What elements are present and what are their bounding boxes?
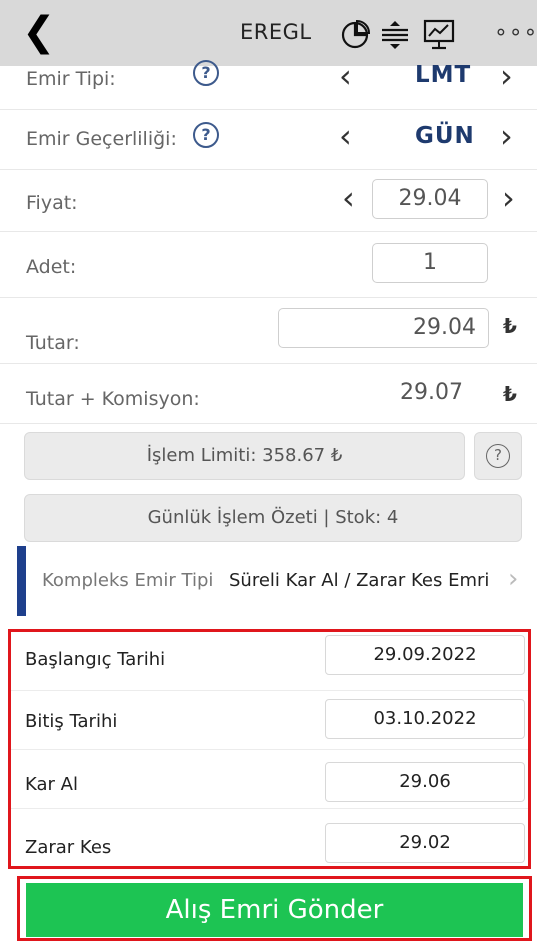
quantity-label: Adet: [26, 256, 77, 278]
validity-prev-button[interactable]: ‹ [339, 120, 352, 152]
order-type-next-button[interactable]: › [500, 60, 513, 92]
take-profit-row: Kar Al 29.06 [11, 750, 528, 809]
limit-help-button[interactable]: ? [474, 432, 522, 480]
amount-commission-value: 29.07 [400, 380, 463, 405]
end-date-label: Bitiş Tarihi [25, 711, 118, 732]
amount-currency: ₺ [503, 314, 517, 338]
quantity-input[interactable]: 1 [372, 243, 488, 283]
conditional-order-panel: Başlangıç Tarihi 29.09.2022 Bitiş Tarihi… [8, 629, 531, 869]
start-date-row: Başlangıç Tarihi 29.09.2022 [11, 632, 528, 691]
order-type-prev-button[interactable]: ‹ [339, 60, 352, 92]
take-profit-label: Kar Al [25, 774, 78, 795]
chevron-right-icon: › [508, 564, 519, 594]
back-button[interactable]: ❮ [22, 10, 56, 54]
take-profit-input[interactable]: 29.06 [325, 762, 525, 802]
stop-loss-input[interactable]: 29.02 [325, 823, 525, 863]
amount-commission-currency: ₺ [503, 382, 517, 406]
chevron-left-icon: ❮ [22, 9, 56, 55]
amount-input[interactable]: 29.04 [278, 308, 489, 348]
start-date-input[interactable]: 29.09.2022 [325, 635, 525, 675]
complex-order-value: Süreli Kar Al / Zarar Kes Emri [229, 570, 490, 591]
order-type-help-icon[interactable]: ? [193, 60, 219, 86]
symbol-title: EREGL [240, 20, 312, 44]
order-type-label: Emir Tipi: [26, 68, 116, 90]
price-input[interactable]: 29.04 [372, 179, 488, 219]
amount-label: Tutar: [26, 332, 80, 354]
help-icon: ? [486, 444, 510, 468]
quantity-row: Adet: 1 [0, 232, 537, 298]
validity-help-icon[interactable]: ? [193, 122, 219, 148]
stop-loss-label: Zarar Kes [25, 837, 112, 858]
transaction-limit-button[interactable]: İşlem Limiti: 358.67 ₺ [24, 432, 465, 480]
accent-bar [17, 546, 26, 616]
order-type-value: LMT [415, 62, 472, 88]
order-type-row: Emir Tipi: ? ‹ LMT › [0, 60, 537, 110]
amount-commission-row: Tutar + Komisyon: 29.07 ₺ [0, 364, 537, 424]
price-row: Fiyat: ‹ 29.04 › [0, 170, 537, 232]
order-depth-icon[interactable] [378, 18, 412, 50]
complex-order-label: Kompleks Emir Tipi [42, 570, 214, 591]
validity-next-button[interactable]: › [500, 120, 513, 152]
send-button-highlight: Alış Emri Gönder [17, 876, 532, 941]
complex-order-row[interactable]: Kompleks Emir Tipi Süreli Kar Al / Zarar… [0, 546, 537, 616]
stop-loss-row: Zarar Kes 29.02 [11, 809, 528, 868]
price-label: Fiyat: [26, 192, 78, 214]
validity-value: GÜN [415, 123, 475, 149]
end-date-input[interactable]: 03.10.2022 [325, 699, 525, 739]
price-increase-button[interactable]: › [502, 182, 515, 214]
validity-row: Emir Geçerliliği: ? ‹ GÜN › [0, 110, 537, 170]
more-options-icon[interactable]: ∘∘∘ [494, 20, 537, 45]
start-date-label: Başlangıç Tarihi [25, 649, 166, 670]
top-bar: ❮ EREGL ∘∘∘ [0, 0, 537, 66]
amount-commission-label: Tutar + Komisyon: [26, 388, 200, 410]
presentation-chart-icon[interactable] [422, 18, 456, 50]
validity-label: Emir Geçerliliği: [26, 128, 177, 150]
pie-chart-icon[interactable] [338, 18, 372, 50]
daily-summary-button[interactable]: Günlük İşlem Özeti | Stok: 4 [24, 494, 522, 542]
price-decrease-button[interactable]: ‹ [342, 182, 355, 214]
end-date-row: Bitiş Tarihi 03.10.2022 [11, 691, 528, 750]
send-buy-order-button[interactable]: Alış Emri Gönder [26, 883, 523, 937]
amount-row: Tutar: 29.04 ₺ [0, 298, 537, 364]
